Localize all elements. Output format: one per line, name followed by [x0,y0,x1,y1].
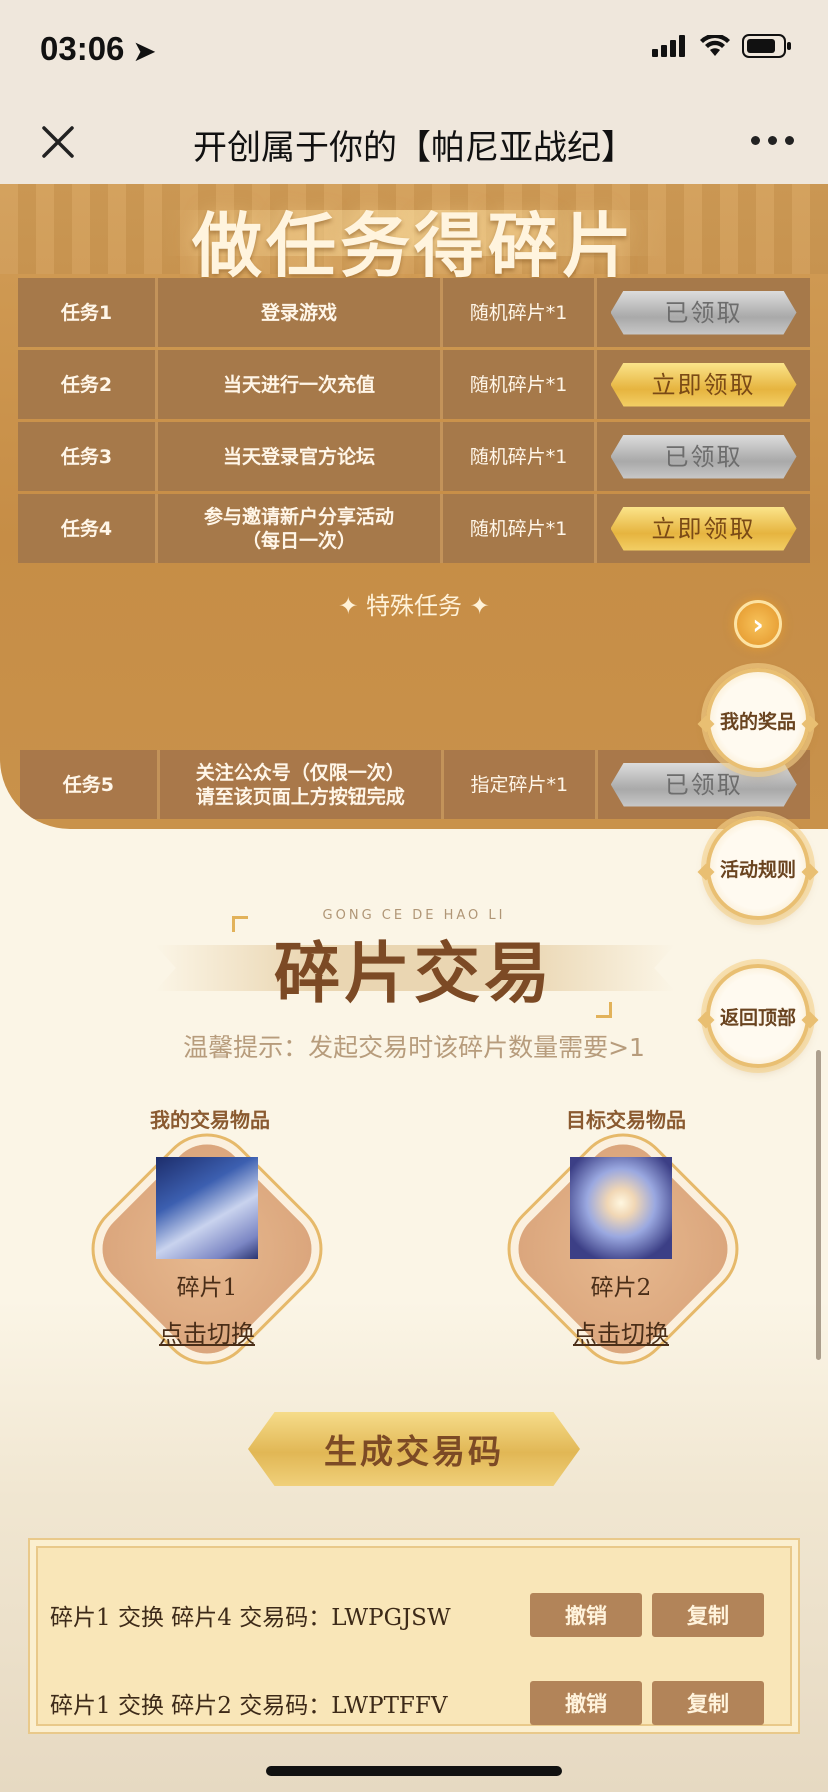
chevron-right-icon: › [752,607,764,641]
trade-code-list: 碎片1 交换 碎片4 交易码：LWPGJSW 撤销 复制 碎片1 交换 碎片2 … [28,1538,800,1734]
signal-icon [652,35,685,57]
status-time: 03:06 ➤ [40,30,156,67]
my-prizes-button[interactable]: 我的奖品 [706,668,810,772]
task-desc: 关注公众号（仅限一次） 请至该页面上方按钮完成 [160,750,444,819]
task-row: 任务4 参与邀请新户分享活动 （每日一次） 随机碎片*1 立即领取 [18,494,810,563]
status-icons [652,34,792,58]
task-desc-line: 参与邀请新户分享活动 [203,505,394,528]
trade-code-text: 碎片1 交换 碎片4 交易码：LWPGJSW [50,1605,451,1631]
target-item-label: 目标交易物品 [566,1108,686,1132]
task-row: 任务2 当天进行一次充值 随机碎片*1 立即领取 [18,350,810,419]
scrollbar[interactable] [816,1050,821,1360]
claimed-button: 已领取 [610,290,797,335]
fragment-image [156,1157,258,1259]
target-item-name: 碎片2 [590,1275,652,1301]
trade-title: 碎片交易 [274,934,554,1012]
page-title: 开创属于你的【帕尼亚战纪】 [193,128,635,168]
task-id: 任务2 [18,350,158,419]
task-reward: 随机碎片*1 [443,278,597,347]
trade-code-text: 碎片1 交换 碎片2 交易码：LWPTFFV [50,1693,448,1719]
switch-target-item-link[interactable]: 点击切换 [556,1314,686,1349]
switch-my-item-link[interactable]: 点击切换 [142,1314,272,1349]
task-reward: 指定碎片*1 [444,750,598,819]
task-heading: 做任务得碎片 [192,204,636,287]
task-desc-line: （每日一次） [241,529,356,552]
task-desc-line: 请至该页面上方按钮完成 [195,785,405,808]
revoke-button[interactable]: 撤销 [530,1593,642,1637]
task-id: 任务3 [18,422,158,491]
task-row: 任务5 关注公众号（仅限一次） 请至该页面上方按钮完成 指定碎片*1 已领取 [20,750,810,819]
task-reward: 随机碎片*1 [443,350,597,419]
claim-now-button[interactable]: 立即领取 [610,506,797,551]
claimed-button: 已领取 [610,434,797,479]
task-id: 任务1 [18,278,158,347]
generate-code-button[interactable]: 生成交易码 [248,1412,580,1486]
location-arrow-icon: ➤ [133,36,156,66]
status-bar: 03:06 ➤ [0,0,828,100]
task-id: 任务5 [20,750,160,819]
claim-now-button[interactable]: 立即领取 [610,362,797,407]
fragment-image [570,1157,672,1259]
task-desc: 登录游戏 [158,278,443,347]
task-desc: 参与邀请新户分享活动 （每日一次） [158,494,443,563]
my-item-label: 我的交易物品 [150,1108,270,1132]
task-desc: 当天进行一次充值 [158,350,443,419]
revoke-button[interactable]: 撤销 [530,1681,642,1725]
battery-icon [742,34,791,58]
rules-button[interactable]: 活动规则 [706,816,810,920]
next-arrow-button[interactable]: › [734,600,782,648]
task-panel: 做任务得碎片 任务1 登录游戏 随机碎片*1 已领取 任务2 当天进行一次充值 … [0,184,828,829]
special-task-title: ✦ 特殊任务 ✦ [338,592,490,620]
task-reward: 随机碎片*1 [443,494,597,563]
copy-button[interactable]: 复制 [652,1593,764,1637]
home-indicator[interactable] [266,1766,562,1776]
task-reward: 随机碎片*1 [443,422,597,491]
task-row: 任务1 登录游戏 随机碎片*1 已领取 [18,278,810,347]
task-row: 任务3 当天登录官方论坛 随机碎片*1 已领取 [18,422,810,491]
my-item-name: 碎片1 [176,1275,238,1301]
wifi-icon [700,35,730,56]
task-id: 任务4 [18,494,158,563]
task-desc: 当天登录官方论坛 [158,422,443,491]
list-item: 碎片1 交换 碎片4 交易码：LWPGJSW 撤销 复制 [50,1592,780,1638]
nav-bar: 开创属于你的【帕尼亚战纪】 [0,100,828,184]
task-desc-line: 关注公众号（仅限一次） [195,761,405,784]
copy-button[interactable]: 复制 [652,1681,764,1725]
trade-tip: 温馨提示：发起交易时该碎片数量需要>1 [183,1033,645,1062]
more-options-icon[interactable] [751,136,794,145]
list-item: 碎片1 交换 碎片2 交易码：LWPTFFV 撤销 复制 [50,1680,780,1726]
